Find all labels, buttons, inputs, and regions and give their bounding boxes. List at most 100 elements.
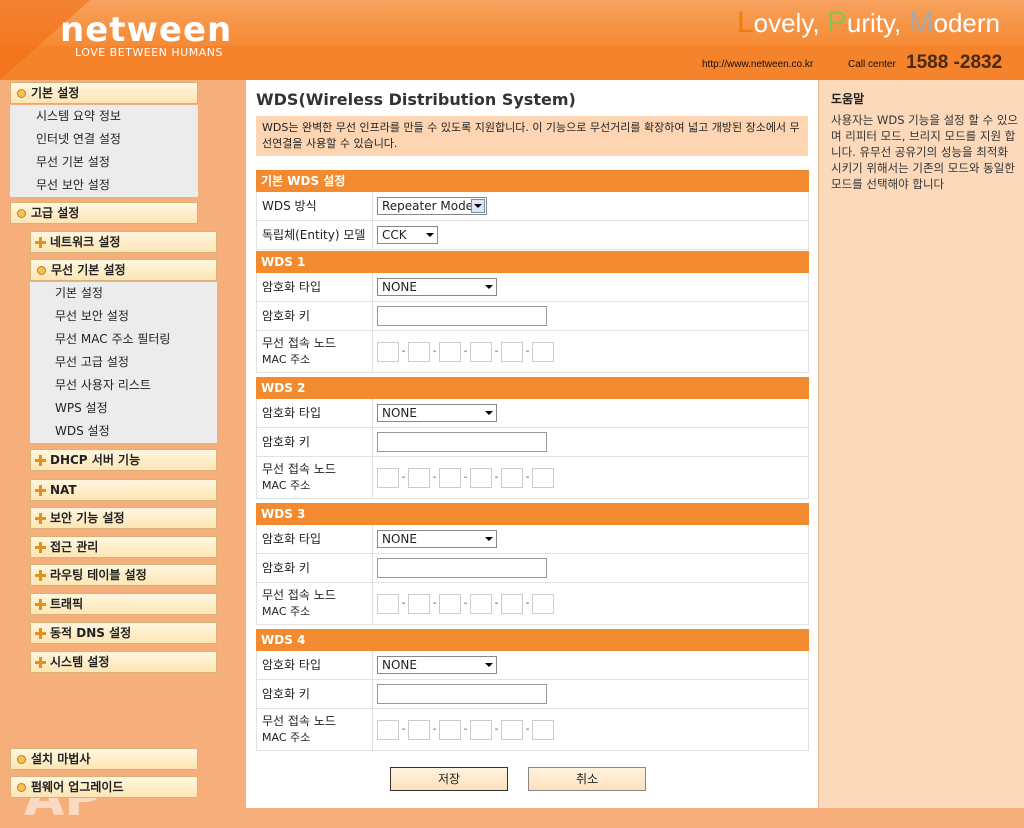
bullet-icon bbox=[17, 209, 26, 218]
save-button[interactable]: 저장 bbox=[390, 767, 508, 791]
sidebar-item-mac-filter[interactable]: 무선 MAC 주소 필터링 bbox=[55, 328, 217, 351]
encryption-key-label: 암호화 키 bbox=[257, 302, 373, 330]
encryption-key-label: 암호화 키 bbox=[257, 428, 373, 456]
sidebar-item-wireless-sec[interactable]: 무선 보안 설정 bbox=[55, 305, 217, 328]
website-url[interactable]: http://www.netween.co.kr bbox=[702, 59, 813, 70]
plus-icon bbox=[35, 628, 46, 639]
call-center-phone: 1588 -2832 bbox=[906, 52, 1003, 73]
sidebar-item-wireless[interactable]: 무선 기본 설정 bbox=[30, 259, 217, 281]
section-header: WDS 1 bbox=[256, 251, 809, 273]
chevron-down-icon bbox=[485, 411, 493, 415]
sidebar-item-nat[interactable]: NAT bbox=[30, 479, 217, 501]
sidebar-item-dhcp[interactable]: DHCP 서버 기능 bbox=[30, 449, 217, 471]
page-description: WDS는 완벽한 무선 인프라를 만들 수 있도록 지원합니다. 이 기능으로 … bbox=[256, 116, 808, 156]
chevron-down-icon bbox=[426, 233, 434, 237]
mac-address-fields[interactable]: ----- bbox=[377, 719, 554, 740]
form-row: WDS 방식 Repeater Mode bbox=[256, 192, 809, 221]
cancel-button[interactable]: 취소 bbox=[528, 767, 646, 791]
encryption-key-input[interactable] bbox=[377, 558, 547, 578]
bullet-icon bbox=[17, 783, 26, 792]
plus-icon bbox=[35, 237, 46, 248]
sidebar-item-system-summary[interactable]: 시스템 요약 정보 bbox=[36, 105, 198, 128]
mac-address-label: 무선 접속 노드 MAC 주소 bbox=[257, 331, 373, 372]
help-title: 도움말 bbox=[831, 92, 865, 106]
sidebar-item-wireless-advanced[interactable]: 무선 고급 설정 bbox=[55, 351, 217, 374]
sidebar-item-traffic[interactable]: 트래픽 bbox=[30, 593, 217, 615]
encryption-type-label: 암호화 타입 bbox=[257, 399, 373, 427]
plus-icon bbox=[35, 485, 46, 496]
plus-icon bbox=[35, 542, 46, 553]
sidebar-item-wds[interactable]: WDS 설정 bbox=[55, 420, 217, 443]
sidebar-item-wps[interactable]: WPS 설정 bbox=[55, 397, 217, 420]
encryption-key-label: 암호화 키 bbox=[257, 554, 373, 582]
sidebar-item-wireless-basic-setting[interactable]: 기본 설정 bbox=[55, 282, 217, 305]
sidebar-item-wizard[interactable]: 설치 마법사 bbox=[10, 748, 198, 770]
chevron-down-icon bbox=[485, 537, 493, 541]
mac-address-label: 무선 접속 노드 MAC 주소 bbox=[257, 583, 373, 624]
sidebar-item-security[interactable]: 보안 기능 설정 bbox=[30, 507, 217, 529]
section-header: 기본 WDS 설정 bbox=[256, 170, 809, 192]
chevron-down-icon bbox=[474, 204, 482, 208]
section-header: WDS 3 bbox=[256, 503, 809, 525]
sidebar-item-wireless-security[interactable]: 무선 보안 설정 bbox=[36, 174, 198, 197]
wds-1-section: WDS 1 암호화 타입 NONE 암호화 키 무선 접속 노드 MAC 주소 - - -… bbox=[256, 251, 809, 373]
encryption-key-input[interactable] bbox=[377, 306, 547, 326]
encryption-type-select[interactable]: NONE bbox=[377, 530, 497, 548]
help-panel: 도움말 사용자는 WDS 기능을 설정 할 수 있으며 리피터 모드, 브리지 … bbox=[818, 80, 1024, 808]
header: netween LOVE BETWEEN HUMANS Lovely, Puri… bbox=[0, 0, 1024, 80]
sidebar-item-system[interactable]: 시스템 설정 bbox=[30, 651, 217, 673]
bullet-icon bbox=[17, 755, 26, 764]
help-text: 사용자는 WDS 기능을 설정 할 수 있으며 리피터 모드, 브리지 모드를 … bbox=[831, 113, 1018, 191]
wds-mode-select[interactable]: Repeater Mode bbox=[377, 197, 487, 215]
wds-2-section: WDS 2 암호화 타입 NONE 암호화 키 무선 접속 노드 MAC 주소 - - -… bbox=[256, 377, 809, 499]
encryption-type-select[interactable]: NONE bbox=[377, 278, 497, 296]
sidebar-item-access[interactable]: 접근 관리 bbox=[30, 536, 217, 558]
main-panel: WDS(Wireless Distribution System) WDS는 완… bbox=[246, 80, 818, 808]
plus-icon bbox=[35, 570, 46, 581]
encryption-type-label: 암호화 타입 bbox=[257, 525, 373, 553]
basic-wds-section: 기본 WDS 설정 WDS 방식 Repeater Mode 독립체(Entit… bbox=[256, 170, 809, 250]
sidebar-item-ddns[interactable]: 동적 DNS 설정 bbox=[30, 622, 217, 644]
encryption-key-input[interactable] bbox=[377, 432, 547, 452]
wds-3-section: WDS 3 암호화 타입 NONE 암호화 키 무선 접속 노드 MAC 주소 - - -… bbox=[256, 503, 809, 625]
sidebar-section-advanced[interactable]: 고급 설정 bbox=[10, 202, 198, 224]
wds-mode-label: WDS 방식 bbox=[257, 192, 373, 220]
sidebar-basic-list: 시스템 요약 정보 인터넷 연결 설정 무선 기본 설정 무선 보안 설정 bbox=[10, 105, 198, 197]
page-title: WDS(Wireless Distribution System) bbox=[256, 90, 576, 109]
plus-icon bbox=[35, 657, 46, 668]
sidebar-item-firmware[interactable]: 펌웨어 업그레이드 bbox=[10, 776, 198, 798]
entity-model-label: 독립체(Entity) 모델 bbox=[257, 221, 373, 249]
section-header: WDS 2 bbox=[256, 377, 809, 399]
sidebar-item-internet[interactable]: 인터넷 연결 설정 bbox=[36, 128, 198, 151]
chevron-down-icon bbox=[485, 285, 493, 289]
slogan: Lovely, Purity, Modern bbox=[736, 6, 1000, 39]
encryption-type-select[interactable]: NONE bbox=[377, 656, 497, 674]
mac-address-label: 무선 접속 노드 MAC 주소 bbox=[257, 457, 373, 498]
sidebar-wireless-list: 기본 설정 무선 보안 설정 무선 MAC 주소 필터링 무선 고급 설정 무선… bbox=[30, 282, 217, 443]
section-header: WDS 4 bbox=[256, 629, 809, 651]
sidebar-item-network[interactable]: 네트워크 설정 bbox=[30, 231, 217, 253]
chevron-down-icon bbox=[485, 663, 493, 667]
entity-model-select[interactable]: CCK bbox=[377, 226, 438, 244]
wds-4-section: WDS 4 암호화 타입 NONE 암호화 키 무선 접속 노드 MAC 주소 - - -… bbox=[256, 629, 809, 751]
sidebar-item-routing[interactable]: 라우팅 테이블 설정 bbox=[30, 564, 217, 586]
encryption-type-label: 암호화 타입 bbox=[257, 651, 373, 679]
plus-icon bbox=[35, 513, 46, 524]
plus-icon bbox=[35, 599, 46, 610]
sidebar: 기본 설정 시스템 요약 정보 인터넷 연결 설정 무선 기본 설정 무선 보안… bbox=[0, 80, 246, 828]
mac-address-fields[interactable]: ----- bbox=[377, 467, 554, 488]
encryption-type-select[interactable]: NONE bbox=[377, 404, 497, 422]
bullet-icon bbox=[37, 266, 46, 275]
call-center-label: Call center bbox=[848, 59, 896, 70]
plus-icon bbox=[35, 455, 46, 466]
sidebar-item-wireless-basic[interactable]: 무선 기본 설정 bbox=[36, 151, 198, 174]
logo: netween bbox=[60, 10, 233, 50]
encryption-type-label: 암호화 타입 bbox=[257, 273, 373, 301]
sidebar-item-wireless-users[interactable]: 무선 사용자 리스트 bbox=[55, 374, 217, 397]
mac-address-fields[interactable]: ----- bbox=[377, 593, 554, 614]
mac-address-fields[interactable]: ----- bbox=[377, 341, 554, 362]
encryption-key-input[interactable] bbox=[377, 684, 547, 704]
bullet-icon bbox=[17, 89, 26, 98]
form-row: 독립체(Entity) 모델 CCK bbox=[256, 221, 809, 250]
sidebar-section-basic[interactable]: 기본 설정 bbox=[10, 82, 198, 104]
